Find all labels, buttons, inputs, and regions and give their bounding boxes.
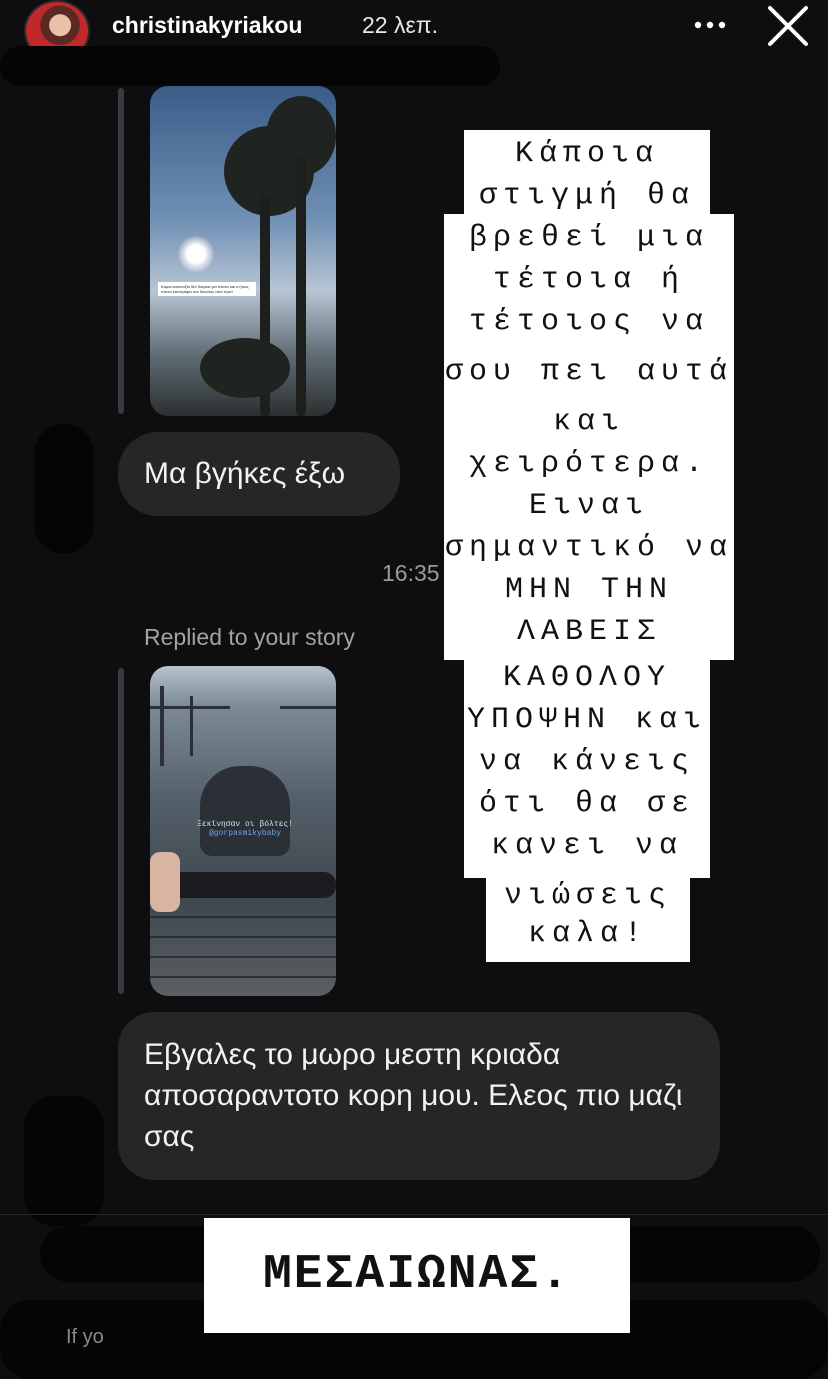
divider xyxy=(0,1214,828,1215)
replied-to-story-label: Replied to your story xyxy=(144,624,355,650)
story-thumbnail[interactable]: Ξεκίνησαν οι βόλτες! @gorpasmikybaby xyxy=(150,666,336,996)
overlay-text-line: καλα! xyxy=(486,914,690,962)
reply-thread-line xyxy=(118,88,124,414)
message-bubble[interactable]: Μα βγήκες έξω xyxy=(118,432,400,516)
stroller xyxy=(200,766,290,856)
redaction-scribble xyxy=(34,424,94,554)
story-time-ago: 22 λεπ. xyxy=(362,12,438,38)
username[interactable]: christinakyriakou xyxy=(112,12,302,39)
overlay-text-line: να κάνεις xyxy=(464,738,710,786)
message-timestamp: 16:35 xyxy=(382,560,440,586)
overlay-text-line: και xyxy=(444,398,734,446)
overlay-text-line: χειρότερα. xyxy=(444,440,734,488)
overlay-text-line: Κάποια xyxy=(464,130,710,178)
overlay-text-line: σημαντικό να xyxy=(444,524,734,572)
overlay-text-line: ΚΑΘΟΛΟΥ xyxy=(464,654,710,702)
story-mention-tag: @gorpasmikybaby xyxy=(208,829,281,838)
overlay-text-line: ΜΗΝ ΤΗΝ xyxy=(444,566,734,614)
redaction-scribble xyxy=(24,1096,104,1226)
reply-thread-line xyxy=(118,668,124,994)
message-bubble[interactable]: Εβγαλες το μωρο μεστη κριαδα αποσαραντοτ… xyxy=(118,1012,720,1180)
close-icon[interactable] xyxy=(764,2,812,50)
overlay-text-line: τέτοιος να xyxy=(444,298,734,346)
sun-glare xyxy=(178,236,214,272)
overlay-text-line: ΛΑΒΕΙΣ xyxy=(444,608,734,660)
more-options-icon[interactable] xyxy=(690,10,730,40)
overlay-text-line: ΥΠΟΨΗΝ και xyxy=(464,696,710,744)
overlay-text-line: βρεθεί μια xyxy=(444,214,734,262)
footer-partial-text: If yo xyxy=(66,1326,104,1348)
story-caption: Καμιά κατανυξία δεν διαρκεί για πάντα κα… xyxy=(158,282,256,296)
overlay-text-line: σου πει αυτά xyxy=(444,340,734,404)
story-caption: Ξεκίνησαν οι βόλτες! @gorpasmikybaby xyxy=(180,820,310,838)
overlay-text-line: Ειναι xyxy=(444,482,734,530)
overlay-text-line: στιγμή θα xyxy=(464,172,710,220)
overlay-banner: ΜΕΣΑΙΩΝΑΣ. xyxy=(204,1218,630,1333)
overlay-text-line: ότι θα σε xyxy=(464,780,710,828)
overlay-text-line: τέτοια ή xyxy=(444,256,734,304)
redaction-scribble xyxy=(0,46,500,86)
overlay-text-line: κανει να xyxy=(464,822,710,878)
overlay-text-line: νιώσεις xyxy=(486,872,690,920)
story-thumbnail[interactable]: Καμιά κατανυξία δεν διαρκεί για πάντα κα… xyxy=(150,86,336,416)
